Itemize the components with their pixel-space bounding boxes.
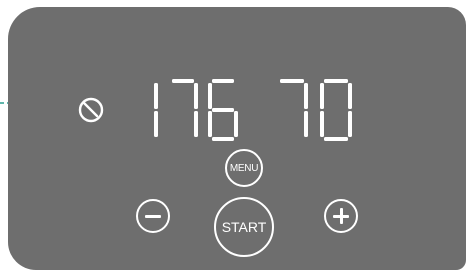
segment-a: [172, 79, 194, 83]
segment-c: [304, 111, 308, 137]
start-button[interactable]: START: [214, 197, 274, 257]
segment-b: [304, 83, 308, 109]
minus-button[interactable]: [136, 199, 170, 233]
segment-f: [208, 83, 212, 109]
display-digit: [280, 79, 308, 137]
segment-a: [280, 79, 304, 83]
display-left-digits: [154, 79, 238, 141]
display-digit: [208, 79, 238, 141]
segment-c: [234, 111, 238, 137]
segment-c: [194, 111, 198, 137]
display-right-digits: [280, 79, 352, 141]
segment-b: [154, 83, 158, 109]
segment-e: [320, 111, 324, 137]
display-digit: [172, 79, 198, 137]
start-button-label: START: [221, 219, 267, 235]
minus-icon: [145, 214, 161, 218]
segment-b: [194, 83, 198, 109]
segment-e: [208, 111, 212, 137]
segment-c: [348, 111, 352, 137]
segment-a: [324, 79, 348, 83]
menu-button[interactable]: MENU: [225, 149, 263, 187]
segment-f: [320, 83, 324, 109]
display-digit: [154, 83, 158, 137]
control-panel: MENU START: [8, 7, 466, 270]
plus-button[interactable]: [324, 199, 358, 233]
segment-d: [212, 137, 234, 141]
segment-a: [212, 79, 234, 83]
segment-b: [348, 83, 352, 109]
clock-off-icon: [78, 97, 104, 123]
segment-c: [154, 111, 158, 137]
display-digit: [320, 79, 352, 141]
menu-button-label: MENU: [229, 162, 259, 174]
segment-d: [324, 137, 348, 141]
segment-g: [212, 108, 234, 112]
